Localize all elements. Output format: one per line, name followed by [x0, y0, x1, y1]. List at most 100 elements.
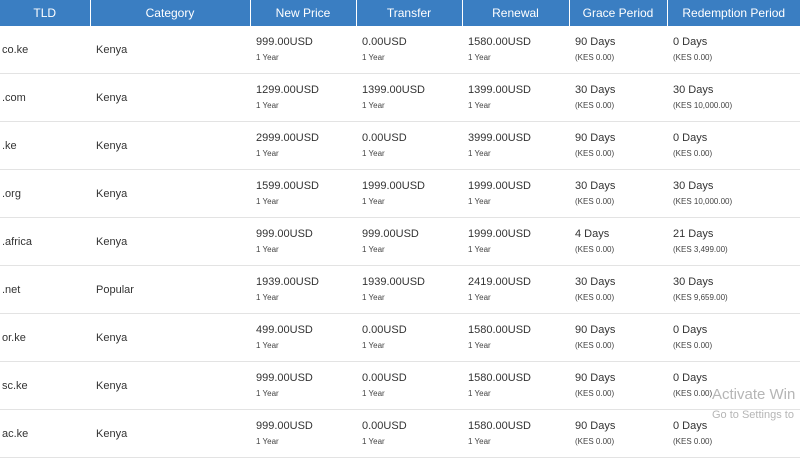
category-cell: Popular — [90, 265, 250, 314]
header-transfer[interactable]: Transfer — [355, 0, 462, 26]
transfer-value: 0.00USD — [362, 132, 407, 144]
header-redemption-period[interactable]: Redemption Period — [666, 0, 800, 26]
new-price-value: 2999.00USD — [256, 132, 319, 144]
header-grace-period[interactable]: Grace Period — [568, 0, 667, 26]
transfer-cell: 0.00USD 1 Year — [356, 409, 462, 458]
grace-fee: (KES 0.00) — [575, 293, 615, 302]
new-price-value: 999.00USD — [256, 420, 313, 432]
category-cell: Kenya — [90, 73, 250, 122]
new-price-term: 1 Year — [256, 341, 279, 350]
grace-period-cell: 90 Days (KES 0.00) — [569, 313, 667, 362]
new-price-value: 1599.00USD — [256, 180, 319, 192]
renewal-term: 1 Year — [468, 293, 491, 302]
transfer-value: 0.00USD — [362, 36, 407, 48]
renewal-cell: 1999.00USD 1 Year — [462, 169, 569, 218]
grace-fee: (KES 0.00) — [575, 245, 615, 254]
redemption-period-value: 30 Days — [673, 276, 714, 288]
redemption-fee: (KES 0.00) — [673, 53, 713, 62]
grace-fee: (KES 0.00) — [575, 53, 615, 62]
tld-cell: .africa — [0, 217, 90, 266]
renewal-term: 1 Year — [468, 197, 491, 206]
header-category[interactable]: Category — [89, 0, 250, 26]
transfer-cell: 0.00USD 1 Year — [356, 26, 462, 74]
new-price-term: 1 Year — [256, 437, 279, 446]
redemption-period-cell: 0 Days (KES 0.00) — [667, 26, 800, 74]
redemption-period-cell: 21 Days (KES 3,499.00) — [667, 217, 800, 266]
transfer-term: 1 Year — [362, 245, 385, 254]
transfer-term: 1 Year — [362, 53, 385, 62]
transfer-value: 0.00USD — [362, 324, 407, 336]
category-cell: Kenya — [90, 26, 250, 74]
new-price-cell: 999.00USD 1 Year — [250, 26, 356, 74]
redemption-period-cell: 30 Days (KES 10,000.00) — [667, 73, 800, 122]
grace-period-value: 90 Days — [575, 132, 616, 144]
grace-period-value: 4 Days — [575, 228, 610, 240]
grace-fee: (KES 0.00) — [575, 341, 615, 350]
grace-period-value: 30 Days — [575, 276, 616, 288]
tld-cell: .com — [0, 73, 90, 122]
transfer-value: 0.00USD — [362, 372, 407, 384]
renewal-value: 1580.00USD — [468, 324, 531, 336]
tld-cell: co.ke — [0, 26, 90, 74]
grace-fee: (KES 0.00) — [575, 197, 615, 206]
grace-period-value: 90 Days — [575, 420, 616, 432]
table-row: .org Kenya 1599.00USD 1 Year 1999.00USD 1 … — [0, 169, 800, 218]
table-row: co.ke Kenya 999.00USD 1 Year 0.00USD 1 Yea… — [0, 26, 800, 74]
redemption-fee: (KES 0.00) — [673, 389, 713, 398]
tld-cell: or.ke — [0, 313, 90, 362]
redemption-period-value: 0 Days — [673, 132, 708, 144]
header-tld[interactable]: TLD — [0, 0, 90, 26]
tld-cell: .ke — [0, 121, 90, 170]
new-price-term: 1 Year — [256, 197, 279, 206]
renewal-cell: 2419.00USD 1 Year — [462, 265, 569, 314]
transfer-value: 1939.00USD — [362, 276, 425, 288]
redemption-period-value: 30 Days — [673, 180, 714, 192]
redemption-fee: (KES 0.00) — [673, 437, 713, 446]
grace-period-cell: 90 Days (KES 0.00) — [569, 361, 667, 410]
transfer-cell: 1939.00USD 1 Year — [356, 265, 462, 314]
new-price-value: 1939.00USD — [256, 276, 319, 288]
renewal-term: 1 Year — [468, 341, 491, 350]
transfer-term: 1 Year — [362, 197, 385, 206]
table-header: TLD Category New Price Transfer Renewal … — [0, 0, 800, 26]
renewal-value: 2419.00USD — [468, 276, 531, 288]
redemption-period-value: 0 Days — [673, 420, 708, 432]
grace-period-cell: 90 Days (KES 0.00) — [569, 121, 667, 170]
tld-pricing-table: TLD Category New Price Transfer Renewal … — [0, 0, 800, 458]
grace-fee: (KES 0.00) — [575, 149, 615, 158]
renewal-cell: 1580.00USD 1 Year — [462, 361, 569, 410]
tld-cell: ac.ke — [0, 409, 90, 458]
category-cell: Kenya — [90, 217, 250, 266]
renewal-term: 1 Year — [468, 245, 491, 254]
header-renewal[interactable]: Renewal — [461, 0, 569, 26]
grace-period-cell: 4 Days (KES 0.00) — [569, 217, 667, 266]
renewal-cell: 3999.00USD 1 Year — [462, 121, 569, 170]
redemption-fee: (KES 10,000.00) — [673, 101, 733, 110]
grace-fee: (KES 0.00) — [575, 389, 615, 398]
redemption-period-cell: 0 Days (KES 0.00) — [667, 361, 800, 410]
transfer-term: 1 Year — [362, 101, 385, 110]
table-row: .ke Kenya 2999.00USD 1 Year 0.00USD 1 Year… — [0, 121, 800, 170]
redemption-period-cell: 30 Days (KES 10,000.00) — [667, 169, 800, 218]
new-price-term: 1 Year — [256, 101, 279, 110]
header-new-price[interactable]: New Price — [249, 0, 356, 26]
grace-period-cell: 30 Days (KES 0.00) — [569, 73, 667, 122]
new-price-cell: 499.00USD 1 Year — [250, 313, 356, 362]
renewal-cell: 1580.00USD 1 Year — [462, 313, 569, 362]
renewal-term: 1 Year — [468, 149, 491, 158]
new-price-cell: 2999.00USD 1 Year — [250, 121, 356, 170]
new-price-term: 1 Year — [256, 293, 279, 302]
new-price-cell: 1299.00USD 1 Year — [250, 73, 356, 122]
redemption-period-value: 30 Days — [673, 84, 714, 96]
category-cell: Kenya — [90, 361, 250, 410]
new-price-term: 1 Year — [256, 53, 279, 62]
new-price-cell: 999.00USD 1 Year — [250, 361, 356, 410]
new-price-cell: 1599.00USD 1 Year — [250, 169, 356, 218]
grace-period-value: 90 Days — [575, 324, 616, 336]
redemption-period-cell: 0 Days (KES 0.00) — [667, 313, 800, 362]
grace-period-cell: 90 Days (KES 0.00) — [569, 409, 667, 458]
category-cell: Kenya — [90, 313, 250, 362]
grace-period-cell: 30 Days (KES 0.00) — [569, 169, 667, 218]
grace-period-value: 90 Days — [575, 36, 616, 48]
transfer-value: 1399.00USD — [362, 84, 425, 96]
